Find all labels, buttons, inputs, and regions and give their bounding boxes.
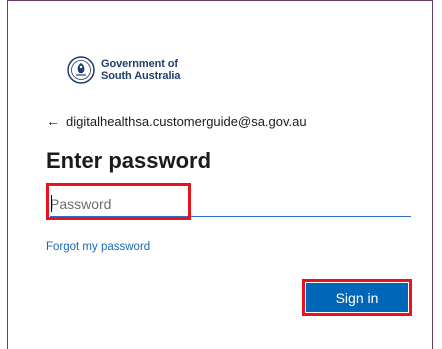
forgot-password-link[interactable]: Forgot my password (46, 241, 150, 253)
back-to-identity[interactable]: ← digitalhealthsa.customerguide@sa.gov.a… (46, 113, 307, 129)
signin-card: Government of South Australia ← digitalh… (7, 0, 433, 349)
arrow-left-icon[interactable]: ← (46, 113, 60, 129)
sign-in-button[interactable]: Sign in (306, 283, 408, 312)
signin-button-container: Sign in (302, 279, 412, 316)
text-caret (51, 195, 52, 212)
brand-name-line2: South Australia (101, 70, 181, 82)
brand-logo: Government of South Australia (67, 56, 180, 84)
brand-name: Government of South Australia (101, 58, 180, 82)
page-title: Enter password (46, 148, 212, 173)
identity-email: digitalhealthsa.customerguide@sa.gov.au (66, 113, 307, 129)
password-field-container (46, 183, 411, 220)
government-crest-icon (67, 56, 95, 84)
brand-name-line1: Government of (101, 58, 178, 70)
password-input[interactable] (50, 191, 411, 217)
